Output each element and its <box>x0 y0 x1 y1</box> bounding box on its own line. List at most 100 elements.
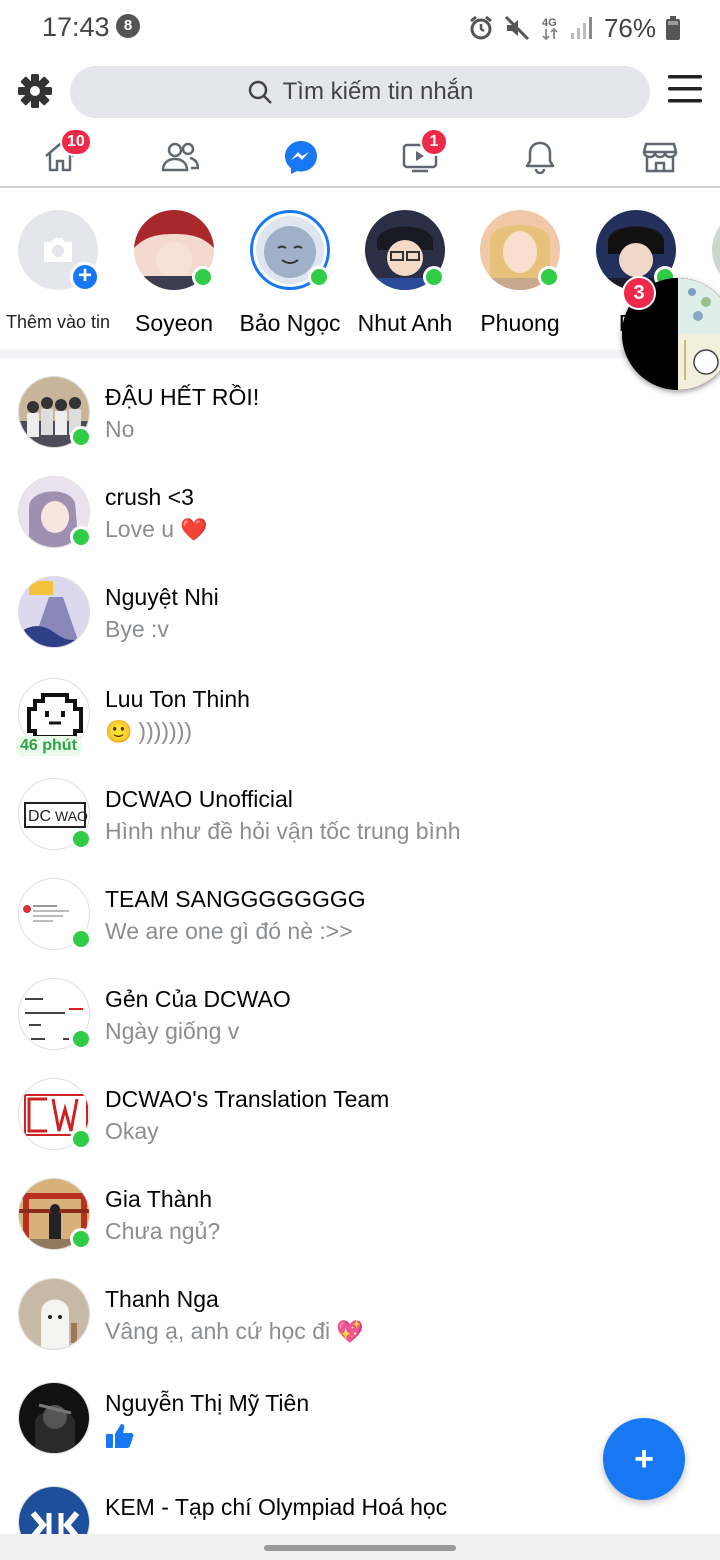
friends-icon <box>161 142 199 172</box>
conversation-name: Gẻn Của DCWAO <box>105 986 291 1012</box>
conversation-row[interactable]: DCWAO's Translation Team Okay <box>0 1066 720 1166</box>
last-message-text: No <box>105 416 135 442</box>
signal-icon <box>570 17 592 39</box>
conversation-row[interactable]: DC WAO DCWAO Unofficial Hình như đề hỏi v… <box>0 766 720 866</box>
new-message-button[interactable]: + <box>603 1418 685 1500</box>
last-message-text: Okay <box>105 1118 159 1144</box>
tab-friends[interactable] <box>150 132 210 182</box>
add-story-label: Thêm vào tin <box>5 312 111 332</box>
avatar <box>18 576 90 648</box>
sparkling-heart-emoji-icon: 💖 <box>336 1318 364 1344</box>
last-message-text: Chưa ngủ? <box>105 1218 221 1244</box>
conversation-row[interactable]: Thanh Nga Vâng ạ, anh cứ học đi 💖 <box>0 1266 720 1366</box>
svg-text:4G: 4G <box>542 17 557 29</box>
online-indicator <box>70 928 92 950</box>
conversation-name: Thanh Nga <box>105 1286 219 1312</box>
story-nhut-anh[interactable]: Nhut Anh <box>347 210 463 337</box>
last-active-tag: 46 phút <box>16 736 81 756</box>
menu-icon[interactable] <box>668 74 702 104</box>
avatar <box>18 1382 90 1454</box>
battery-icon <box>666 16 680 40</box>
smile-emoji-icon: 🙂 <box>105 718 133 744</box>
last-message: No <box>105 416 134 443</box>
last-message-text: ))))))) <box>138 718 193 744</box>
last-message-text: Vâng ạ, anh cứ học đi <box>105 1318 331 1344</box>
story-name: Nhut Anh <box>357 310 453 336</box>
tab-messenger[interactable] <box>271 132 331 182</box>
online-indicator <box>70 1028 92 1050</box>
add-story[interactable]: + Thêm vào tin <box>0 210 116 333</box>
last-message: Love u ❤️ <box>105 516 207 543</box>
conversation-name: KEM - Tạp chí Olympiad Hoá học <box>105 1494 448 1520</box>
last-message-text: Love u <box>105 516 175 542</box>
status-bar: 17:43 8 4G 76% <box>0 0 720 56</box>
conversation-name: DCWAO's Translation Team <box>105 1086 390 1112</box>
online-indicator <box>70 828 92 850</box>
story-phuong[interactable]: Phuong <box>462 210 578 337</box>
conversation-name: Nguyệt Nhi <box>105 584 219 610</box>
search-bar[interactable]: Tìm kiếm tin nhắn <box>70 66 650 118</box>
marketplace-icon <box>642 142 678 173</box>
last-message <box>105 1422 141 1450</box>
last-message: Hình như đề hỏi vận tốc trung bình <box>105 818 461 845</box>
conversation-name: Nguyễn Thị Mỹ Tiên <box>105 1390 310 1416</box>
home-tab-badge: 10 <box>60 128 92 156</box>
story-name: Phuong <box>480 310 560 336</box>
bell-icon <box>525 141 555 174</box>
battery-percent: 76% <box>603 12 656 43</box>
online-indicator <box>70 1128 92 1150</box>
last-message: Okay <box>105 1118 159 1145</box>
conversation-row[interactable]: 46 phút Luu Ton Thinh 🙂))))))) <box>0 666 720 766</box>
stories-row: + Thêm vào tin Soyeon Bảo Ngọc Nhut Anh … <box>0 190 720 358</box>
last-message: Bye :v <box>105 616 169 643</box>
conversation-row[interactable]: ĐẬU HẾT RỒI! No <box>0 364 720 464</box>
conversation-name: Luu Ton Thinh <box>105 686 250 712</box>
last-message-text: Hình như đề hỏi vận tốc trung bình <box>105 818 461 844</box>
svg-text:WAO: WAO <box>55 808 88 824</box>
chat-head-badge: 3 <box>622 276 656 310</box>
online-indicator <box>70 1228 92 1250</box>
network-4g-icon: 4G <box>542 17 558 41</box>
search-placeholder: Tìm kiếm tin nhắn <box>282 78 474 105</box>
online-indicator <box>308 266 330 288</box>
mute-icon <box>504 15 530 41</box>
settings-gear-icon[interactable] <box>16 72 54 110</box>
online-indicator <box>538 266 560 288</box>
tab-notifications[interactable] <box>510 132 570 182</box>
online-indicator <box>70 526 92 548</box>
watch-tab-badge: 1 <box>420 128 448 156</box>
last-message: Chưa ngủ? <box>105 1218 220 1245</box>
tab-marketplace[interactable] <box>630 132 690 182</box>
conversation-row[interactable]: Gẻn Của DCWAO Ngày giống v <box>0 966 720 1066</box>
conversation-name: Gia Thành <box>105 1186 212 1212</box>
last-message: We are one gì đó nè :>> <box>105 918 353 945</box>
conversation-row[interactable]: crush <3 Love u ❤️ <box>0 464 720 564</box>
online-indicator <box>423 266 445 288</box>
story-partial[interactable] <box>694 210 720 290</box>
tab-home[interactable]: 10 <box>30 128 92 182</box>
last-message-text: Ngày giống v <box>105 1018 240 1044</box>
status-time: 17:43 <box>42 12 110 42</box>
story-soyeon[interactable]: Soyeon <box>116 210 232 337</box>
conversation-row[interactable]: TEAM SANGGGGGGGG We are one gì đó nè :>> <box>0 866 720 966</box>
tab-watch[interactable]: 1 <box>390 128 450 182</box>
notification-count-badge: 8 <box>116 14 140 38</box>
last-message: Vâng ạ, anh cứ học đi 💖 <box>105 1318 364 1345</box>
conversation-name: DCWAO Unofficial <box>105 786 293 812</box>
conversation-list: ĐẬU HẾT RỒI! No crush <3 Love u ❤️ Nguyệt… <box>0 364 720 1534</box>
status-icons: 4G 76% <box>468 12 680 44</box>
last-message-text: Bye :v <box>105 616 169 642</box>
story-bao-ngoc[interactable]: Bảo Ngọc <box>232 210 348 337</box>
online-indicator <box>192 266 214 288</box>
alarm-icon <box>470 15 492 40</box>
conversation-row[interactable]: Nguyệt Nhi Bye :v <box>0 564 720 664</box>
thumbs-up-icon <box>106 1424 134 1448</box>
avatar <box>18 1486 90 1534</box>
home-gesture-pill[interactable] <box>264 1545 456 1551</box>
avatar <box>712 210 720 290</box>
heart-emoji-icon: ❤️ <box>180 516 208 542</box>
conversation-row[interactable]: Gia Thành Chưa ngủ? <box>0 1166 720 1266</box>
conversation-name: ĐẬU HẾT RỒI! <box>105 384 260 410</box>
conversation-name: crush <3 <box>105 484 194 510</box>
last-message: Ngày giống v <box>105 1018 239 1045</box>
